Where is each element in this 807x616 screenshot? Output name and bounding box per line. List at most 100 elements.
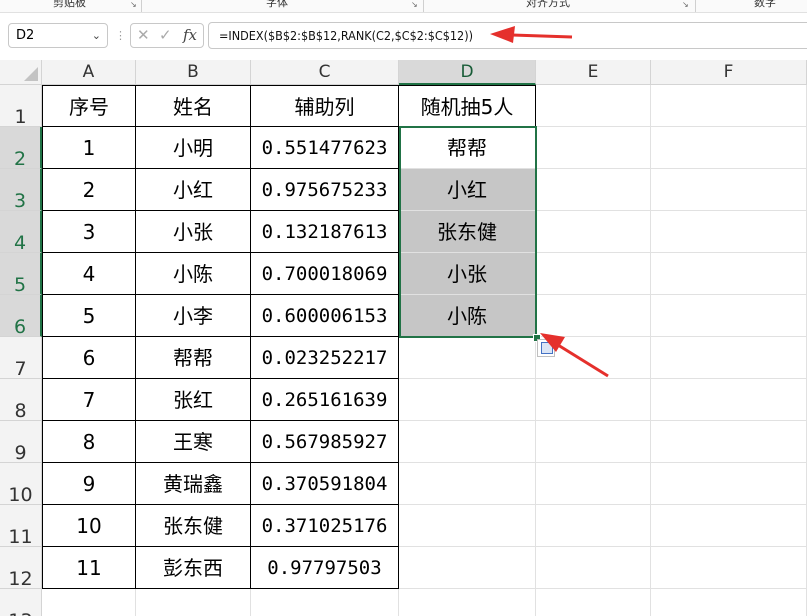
name-box[interactable]: D2 ⌄ (8, 23, 108, 48)
table-cell[interactable]: 王寒 (136, 421, 251, 463)
table-cell[interactable]: 0.371025176 (251, 505, 399, 547)
table-cell[interactable]: 帮帮 (136, 337, 251, 379)
cell-F6[interactable] (651, 295, 807, 337)
cell-F1[interactable] (651, 85, 807, 127)
row-header-9[interactable]: 9 (0, 421, 42, 464)
table-cell[interactable]: 小张 (136, 211, 251, 253)
table-cell[interactable]: 0.023252217 (251, 337, 399, 379)
table-cell[interactable]: 6 (42, 337, 136, 379)
cell-E13[interactable] (536, 589, 651, 616)
chevron-down-icon[interactable]: ⌄ (92, 24, 101, 47)
table-cell[interactable]: 0.975675233 (251, 169, 399, 211)
cell-F2[interactable] (651, 127, 807, 169)
table-cell[interactable]: 4 (42, 253, 136, 295)
row-header-10[interactable]: 10 (0, 463, 42, 506)
cell-E11[interactable] (536, 505, 651, 547)
cell-D7[interactable] (399, 337, 536, 379)
insert-function-icon[interactable]: fx (183, 26, 197, 44)
cell-E3[interactable] (536, 169, 651, 211)
font-launcher-icon[interactable]: ↘ (411, 0, 418, 9)
cell-A13[interactable] (42, 589, 136, 616)
cell-D12[interactable] (399, 547, 536, 589)
cell-result[interactable]: 小红 (399, 169, 536, 211)
cell-result[interactable]: 小张 (399, 253, 536, 295)
row-header-11[interactable]: 11 (0, 505, 42, 548)
table-header[interactable]: 姓名 (136, 85, 251, 127)
cell-E2[interactable] (536, 127, 651, 169)
row-header-4[interactable]: 4 (0, 211, 42, 254)
row-header-1[interactable]: 1 (0, 85, 42, 128)
select-all-corner[interactable] (0, 60, 42, 85)
column-header-e[interactable]: E (536, 60, 651, 85)
cell-F12[interactable] (651, 547, 807, 589)
cell-E9[interactable] (536, 421, 651, 463)
cell-F11[interactable] (651, 505, 807, 547)
table-cell[interactable]: 0.700018069 (251, 253, 399, 295)
row-header-13[interactable]: 13 (0, 589, 42, 616)
more-options-icon[interactable]: ⋮ (115, 29, 126, 42)
autofill-options-icon[interactable] (537, 339, 555, 357)
cell-E8[interactable] (536, 379, 651, 421)
cell-B13[interactable] (136, 589, 251, 616)
enter-check-icon[interactable]: ✓ (159, 26, 172, 44)
table-cell[interactable]: 小李 (136, 295, 251, 337)
table-cell[interactable]: 0.97797503 (251, 547, 399, 589)
cell-E6[interactable] (536, 295, 651, 337)
cell-D13[interactable] (399, 589, 536, 616)
table-cell[interactable]: 0.370591804 (251, 463, 399, 505)
cell-D11[interactable] (399, 505, 536, 547)
cell-C13[interactable] (251, 589, 399, 616)
cell-E12[interactable] (536, 547, 651, 589)
table-cell[interactable]: 0.551477623 (251, 127, 399, 169)
cancel-x-icon[interactable]: ✕ (137, 26, 150, 44)
column-header-c[interactable]: C (251, 60, 399, 85)
column-header-d[interactable]: D (399, 60, 536, 85)
spreadsheet-grid[interactable]: ABCDEF12345678910111213帮帮小红张东健小张小陈序号姓名辅助… (0, 60, 807, 616)
cell-F10[interactable] (651, 463, 807, 505)
table-cell[interactable]: 8 (42, 421, 136, 463)
cell-D8[interactable] (399, 379, 536, 421)
table-cell[interactable]: 0.567985927 (251, 421, 399, 463)
table-cell[interactable]: 张红 (136, 379, 251, 421)
table-header[interactable]: 序号 (42, 85, 136, 127)
cell-E5[interactable] (536, 253, 651, 295)
table-cell[interactable]: 5 (42, 295, 136, 337)
clipboard-launcher-icon[interactable]: ↘ (130, 0, 137, 9)
table-cell[interactable]: 小明 (136, 127, 251, 169)
cell-E1[interactable] (536, 85, 651, 127)
table-cell[interactable]: 小红 (136, 169, 251, 211)
table-cell[interactable]: 0.600006153 (251, 295, 399, 337)
table-cell[interactable]: 3 (42, 211, 136, 253)
column-header-a[interactable]: A (42, 60, 136, 85)
table-cell[interactable]: 张东健 (136, 505, 251, 547)
row-header-2[interactable]: 2 (0, 127, 42, 170)
cell-F3[interactable] (651, 169, 807, 211)
cell-F5[interactable] (651, 253, 807, 295)
cell-F9[interactable] (651, 421, 807, 463)
cell-result[interactable]: 小陈 (399, 295, 536, 337)
column-header-b[interactable]: B (136, 60, 251, 85)
row-header-8[interactable]: 8 (0, 379, 42, 422)
table-cell[interactable]: 小陈 (136, 253, 251, 295)
cell-D10[interactable] (399, 463, 536, 505)
table-cell[interactable]: 2 (42, 169, 136, 211)
table-cell[interactable]: 10 (42, 505, 136, 547)
table-cell[interactable]: 7 (42, 379, 136, 421)
formula-input[interactable]: =INDEX($B$2:$B$12,RANK(C2,$C$2:$C$12)) (208, 22, 807, 49)
table-cell[interactable]: 黄瑞鑫 (136, 463, 251, 505)
row-header-7[interactable]: 7 (0, 337, 42, 380)
table-header[interactable]: 辅助列 (251, 85, 399, 127)
row-header-3[interactable]: 3 (0, 169, 42, 212)
cell-result[interactable]: 帮帮 (399, 127, 536, 169)
cell-result[interactable]: 张东健 (399, 211, 536, 253)
row-header-12[interactable]: 12 (0, 547, 42, 590)
table-header[interactable]: 随机抽5人 (399, 85, 536, 127)
alignment-launcher-icon[interactable]: ↘ (682, 0, 689, 9)
cell-F4[interactable] (651, 211, 807, 253)
row-header-6[interactable]: 6 (0, 295, 42, 338)
cell-E4[interactable] (536, 211, 651, 253)
table-cell[interactable]: 1 (42, 127, 136, 169)
table-cell[interactable]: 11 (42, 547, 136, 589)
cell-F8[interactable] (651, 379, 807, 421)
table-cell[interactable]: 0.132187613 (251, 211, 399, 253)
